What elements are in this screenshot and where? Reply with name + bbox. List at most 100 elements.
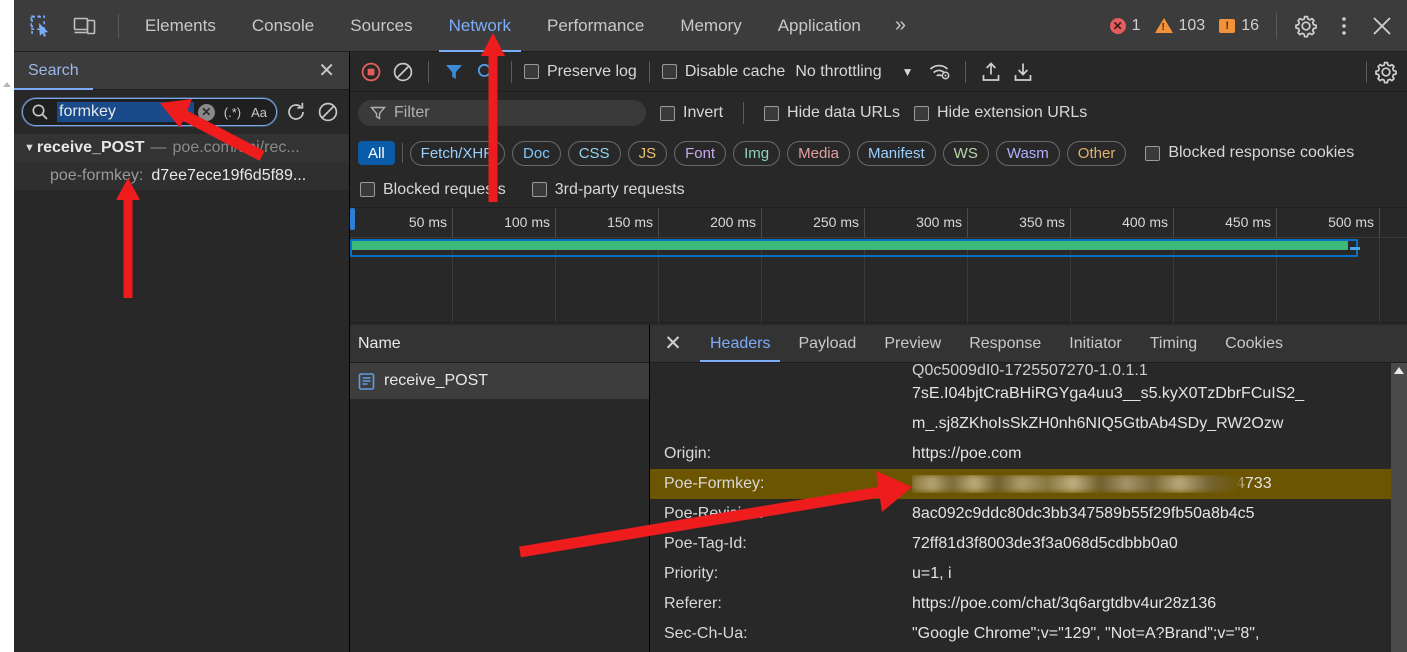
request-name: receive_POST bbox=[384, 372, 489, 389]
regex-toggle[interactable]: (.*) bbox=[221, 105, 244, 120]
inspect-element-icon[interactable] bbox=[26, 11, 56, 41]
tab-initiator[interactable]: Initiator bbox=[1055, 325, 1135, 362]
header-row-poe-formkey[interactable]: Poe-Formkey: 4733 bbox=[650, 469, 1407, 499]
filter-toggle-icon[interactable] bbox=[441, 59, 467, 85]
search-result-group[interactable]: ▼ receive_POST — poe.com/api/rec... bbox=[14, 134, 349, 162]
search-toggle-icon[interactable] bbox=[473, 59, 499, 85]
request-list-header[interactable]: Name bbox=[350, 325, 649, 363]
header-row-poe-tag-id[interactable]: Poe-Tag-Id: 72ff81d3f8003de3f3a068d5cdbb… bbox=[650, 529, 1407, 559]
devtools-topbar: Elements Console Sources Network Perform… bbox=[14, 0, 1407, 52]
header-row-continuation: 7sE.I04bjtCraBHiRGYga4uu3__s5.kyX0TzDbrF… bbox=[650, 379, 1407, 409]
tab-memory[interactable]: Memory bbox=[662, 0, 759, 52]
type-filter-other[interactable]: Other bbox=[1066, 140, 1127, 166]
headers-list: Q0c5009dI0-1725507270-1.0.1.1 7sE.I04bjt… bbox=[650, 363, 1407, 652]
preserve-log-checkbox[interactable]: Preserve log bbox=[524, 63, 637, 81]
tab-elements-label: Elements bbox=[145, 15, 216, 35]
header-value: https://poe.com bbox=[912, 445, 1022, 462]
type-filter-doc[interactable]: Doc bbox=[512, 140, 561, 166]
timeline-bars bbox=[350, 239, 1407, 323]
tab-timing[interactable]: Timing bbox=[1136, 325, 1211, 362]
toolbar-divider-3 bbox=[648, 60, 650, 83]
header-row-priority[interactable]: Priority: u=1, i bbox=[650, 559, 1407, 589]
tab-payload-label: Payload bbox=[798, 334, 857, 352]
network-conditions-icon[interactable] bbox=[927, 59, 953, 85]
header-row-referer[interactable]: Referer: https://poe.com/chat/3q6argtdbv… bbox=[650, 589, 1407, 619]
toolbar-divider-1 bbox=[428, 60, 429, 83]
info-counter[interactable]: ! 16 bbox=[1216, 17, 1262, 35]
hide-data-urls-checkbox[interactable]: Hide data URLs bbox=[764, 104, 900, 122]
close-devtools-icon[interactable] bbox=[1367, 11, 1397, 41]
header-key: Sec-Ch-Ua: bbox=[664, 625, 748, 642]
disable-cache-checkbox[interactable]: Disable cache bbox=[661, 63, 785, 81]
header-key: Origin: bbox=[664, 445, 712, 462]
error-counter[interactable]: ✕ 1 bbox=[1107, 17, 1144, 35]
filter-input[interactable]: Filter bbox=[358, 100, 646, 126]
timeline-tick-label: 100 ms bbox=[504, 214, 550, 230]
search-result-match[interactable]: poe-formkey: d7ee7ece19f6d5f89... bbox=[14, 162, 349, 190]
tab-response[interactable]: Response bbox=[955, 325, 1055, 362]
type-filter-media[interactable]: Media bbox=[787, 140, 850, 166]
clear-log-button[interactable] bbox=[390, 59, 416, 85]
type-filter-css[interactable]: CSS bbox=[567, 140, 621, 166]
chevron-down-icon[interactable]: ▼ bbox=[902, 65, 914, 79]
header-row-sec-ch-ua[interactable]: Sec-Ch-Ua: "Google Chrome";v="129", "Not… bbox=[650, 619, 1407, 649]
tab-network[interactable]: Network bbox=[431, 0, 529, 52]
search-icon bbox=[32, 104, 48, 120]
close-icon[interactable]: ✕ bbox=[318, 61, 335, 81]
type-filter-font[interactable]: Font bbox=[674, 140, 727, 166]
blocked-requests-checkbox[interactable]: Blocked requests bbox=[360, 181, 506, 199]
tab-elements[interactable]: Elements bbox=[127, 0, 234, 52]
type-filter-js[interactable]: JS bbox=[627, 140, 668, 166]
details-scrollbar[interactable] bbox=[1391, 363, 1407, 652]
expand-triangle-icon[interactable]: ▼ bbox=[24, 142, 35, 154]
third-party-requests-checkbox[interactable]: 3rd-party requests bbox=[531, 181, 685, 199]
close-details-icon[interactable]: ✕ bbox=[650, 325, 696, 362]
refresh-icon[interactable] bbox=[283, 99, 309, 125]
timeline-tick: 100 ms bbox=[453, 208, 556, 238]
import-har-icon[interactable] bbox=[978, 59, 1004, 85]
type-filter-all[interactable]: All bbox=[358, 141, 395, 165]
header-row-origin[interactable]: Origin: https://poe.com bbox=[650, 439, 1407, 469]
warning-counter[interactable]: 103 bbox=[1152, 17, 1209, 35]
tab-application[interactable]: Application bbox=[760, 0, 879, 52]
devtools-window: Elements Console Sources Network Perform… bbox=[0, 0, 1407, 652]
kebab-menu-icon[interactable] bbox=[1329, 11, 1359, 41]
search-pane: Search ✕ formkey ✕ (.*) Aa ▼ receive_POS… bbox=[14, 52, 350, 652]
blocked-response-cookies-checkbox[interactable]: Blocked response cookies bbox=[1145, 144, 1354, 162]
tab-performance[interactable]: Performance bbox=[529, 0, 662, 52]
type-filter-wasm[interactable]: Wasm bbox=[995, 140, 1060, 166]
tab-preview[interactable]: Preview bbox=[870, 325, 955, 362]
search-input[interactable]: formkey ✕ (.*) Aa bbox=[22, 98, 277, 126]
timeline-playhead[interactable] bbox=[350, 208, 355, 230]
topbar-right-controls: ✕ 1 103 ! 16 bbox=[1107, 11, 1407, 41]
type-filter-fetch-xhr[interactable]: Fetch/XHR bbox=[409, 140, 506, 166]
network-settings-gear-icon[interactable] bbox=[1373, 59, 1399, 85]
request-details-panel: ✕ Headers Payload Preview Response Initi… bbox=[650, 325, 1407, 652]
tab-console[interactable]: Console bbox=[234, 0, 332, 52]
page-scrollbar-arrow[interactable] bbox=[1, 78, 12, 94]
header-row-poe-revision[interactable]: Poe-Revision: 8ac092c9ddc80dc3bb347589b5… bbox=[650, 499, 1407, 529]
more-tabs-icon[interactable]: » bbox=[879, 0, 922, 52]
tab-headers[interactable]: Headers bbox=[696, 325, 784, 362]
scroll-up-arrow-icon[interactable] bbox=[1394, 367, 1404, 374]
invert-checkbox[interactable]: Invert bbox=[660, 104, 723, 122]
tab-payload[interactable]: Payload bbox=[784, 325, 870, 362]
throttling-select[interactable]: No throttling bbox=[795, 63, 881, 81]
tab-sources[interactable]: Sources bbox=[332, 0, 430, 52]
device-toolbar-icon[interactable] bbox=[70, 11, 100, 41]
hide-extension-urls-checkbox[interactable]: Hide extension URLs bbox=[913, 104, 1087, 122]
clear-search-icon[interactable]: ✕ bbox=[197, 103, 215, 121]
type-filter-manifest[interactable]: Manifest bbox=[856, 140, 936, 166]
tab-network-label: Network bbox=[448, 15, 511, 35]
type-filter-ws[interactable]: WS bbox=[942, 140, 989, 166]
export-har-icon[interactable] bbox=[1010, 59, 1036, 85]
type-filter-img[interactable]: Img bbox=[733, 140, 781, 166]
network-timeline-overview[interactable]: 50 ms 100 ms 150 ms 200 ms 250 ms 300 ms… bbox=[350, 208, 1407, 323]
checkbox-box bbox=[913, 105, 929, 121]
record-button[interactable] bbox=[358, 59, 384, 85]
match-case-toggle[interactable]: Aa bbox=[248, 105, 270, 120]
gear-icon[interactable] bbox=[1291, 11, 1321, 41]
table-row[interactable]: receive_POST bbox=[350, 363, 649, 399]
tab-cookies[interactable]: Cookies bbox=[1211, 325, 1297, 362]
clear-results-icon[interactable] bbox=[315, 99, 341, 125]
